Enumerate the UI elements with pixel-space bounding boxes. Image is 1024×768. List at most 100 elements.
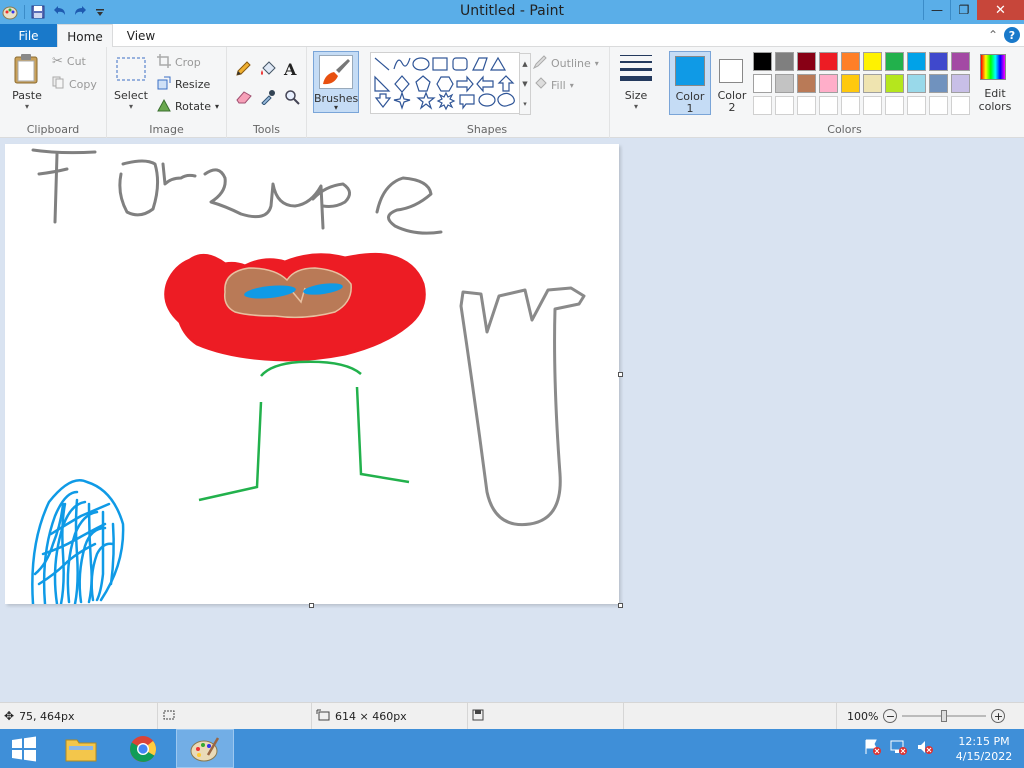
palette-swatch[interactable] [753,52,772,71]
drawing-canvas[interactable] [5,144,619,606]
minimize-button[interactable]: — [923,0,950,20]
cursor-position: ✥ 75, 464px [0,703,158,729]
paste-label: Paste [12,89,42,102]
palette-swatch[interactable] [863,52,882,71]
paste-button[interactable]: Paste ▾ [6,53,48,111]
magnifier-icon[interactable] [284,89,300,108]
help-icon[interactable]: ? [1004,27,1020,43]
palette-swatch[interactable] [863,74,882,93]
action-center-icon[interactable] [864,739,882,758]
canvas-drawing [31,148,586,606]
zoom-slider-thumb[interactable] [941,710,948,722]
color2-swatch [719,59,743,83]
network-icon[interactable] [890,739,908,758]
shapes-group-label: Shapes [466,123,508,136]
edit-colors-button[interactable]: Edit colors [975,51,1015,117]
restore-button[interactable]: ❐ [950,0,977,20]
palette-swatch[interactable] [819,74,838,93]
palette-swatch[interactable] [885,52,904,71]
fill-bucket-icon[interactable] [259,61,277,80]
zoom-slider[interactable] [902,710,987,722]
palette-swatch[interactable] [775,74,794,93]
color2-button[interactable]: Color 2 [715,51,749,115]
palette-swatch[interactable] [885,74,904,93]
brush-icon [319,55,353,89]
tab-home[interactable]: Home [57,24,113,48]
zoom-out-icon[interactable]: − [883,709,898,723]
resize-handle-right[interactable] [618,372,623,377]
color-picker-icon[interactable] [260,89,276,108]
palette-swatch[interactable] [841,74,860,93]
taskbar-paint[interactable] [176,729,234,768]
rotate-button[interactable]: Rotate ▾ [157,98,219,115]
custom-color-swatch[interactable] [753,96,772,115]
fill-button[interactable]: Fill ▾ [533,77,574,94]
pencil-icon[interactable] [235,61,251,80]
eraser-icon[interactable] [235,90,253,107]
palette-swatch[interactable] [907,52,926,71]
palette-swatch[interactable] [929,74,948,93]
size-dropdown-icon: ▾ [633,102,638,111]
cut-button[interactable]: ✂ Cut [52,54,86,69]
custom-color-swatch[interactable] [951,96,970,115]
paste-dropdown-icon: ▾ [24,102,29,111]
windows-logo-icon [12,736,36,761]
canvas-workspace[interactable] [0,139,1024,702]
palette-swatch[interactable] [797,52,816,71]
custom-color-swatch[interactable] [797,96,816,115]
palette-swatch[interactable] [841,52,860,71]
shapes-group: ▲ ▼ ▾ Outline ▾ Fill ▾ Shapes [365,47,610,138]
taskbar-chrome[interactable] [118,729,168,768]
clipboard-group: Paste ▾ ✂ Cut Copy Clipboard [0,47,107,138]
shapes-scroll[interactable]: ▲ ▼ ▾ [519,53,531,115]
zoom-controls: 100% − + [836,703,1024,729]
taskbar-file-explorer[interactable] [56,729,106,768]
resize-button[interactable]: Resize [157,76,210,93]
palette-swatch[interactable] [753,74,772,93]
palette-swatch[interactable] [907,74,926,93]
custom-color-swatch[interactable] [929,96,948,115]
size-icon [620,55,652,81]
fill-dropdown-icon: ▾ [569,81,574,90]
colors-group: Color 1 Color 2 Edit colors Colors [665,47,1024,138]
shapes-gallery[interactable]: ▲ ▼ ▾ [370,52,531,115]
palette-swatch[interactable] [929,52,948,71]
custom-color-swatch[interactable] [907,96,926,115]
outline-button[interactable]: Outline ▾ [532,55,599,72]
select-button[interactable]: Select ▾ [113,55,149,111]
palette-swatch[interactable] [951,74,970,93]
custom-color-swatch[interactable] [841,96,860,115]
tab-file[interactable]: File [0,24,57,47]
custom-color-swatch[interactable] [819,96,838,115]
image-group: Select ▾ Crop Resize Rotate ▾ Image [107,47,227,138]
tab-view[interactable]: View [118,24,164,48]
brushes-button[interactable]: Brushes ▾ [313,51,359,113]
palette-swatch[interactable] [797,74,816,93]
zoom-level: 100% [847,709,879,723]
copy-button[interactable]: Copy [52,76,97,92]
collapse-ribbon-icon[interactable]: ⌃ [988,28,998,42]
start-button[interactable] [0,729,48,768]
resize-handle-corner[interactable] [618,603,623,608]
close-icon: ✕ [995,2,1006,18]
custom-color-swatch[interactable] [775,96,794,115]
color1-swatch [675,56,705,86]
custom-color-swatch[interactable] [863,96,882,115]
crop-icon [157,54,171,71]
custom-color-swatch[interactable] [885,96,904,115]
close-button[interactable]: ✕ [977,0,1024,20]
clock[interactable]: 12:15 PM 4/15/2022 [944,734,1024,764]
color1-button[interactable]: Color 1 [669,51,711,115]
palette-swatch[interactable] [951,52,970,71]
brushes-group: Brushes ▾ [307,47,365,138]
resize-icon [157,76,171,93]
text-tool-icon[interactable]: A [284,60,296,79]
zoom-in-icon[interactable]: + [991,709,1006,723]
outline-label: Outline [551,57,591,70]
resize-handle-bottom[interactable] [309,603,314,608]
size-button[interactable]: Size ▾ [613,53,659,111]
volume-muted-icon[interactable] [916,739,934,758]
palette-swatch[interactable] [775,52,794,71]
palette-swatch[interactable] [819,52,838,71]
crop-button[interactable]: Crop [157,54,201,71]
